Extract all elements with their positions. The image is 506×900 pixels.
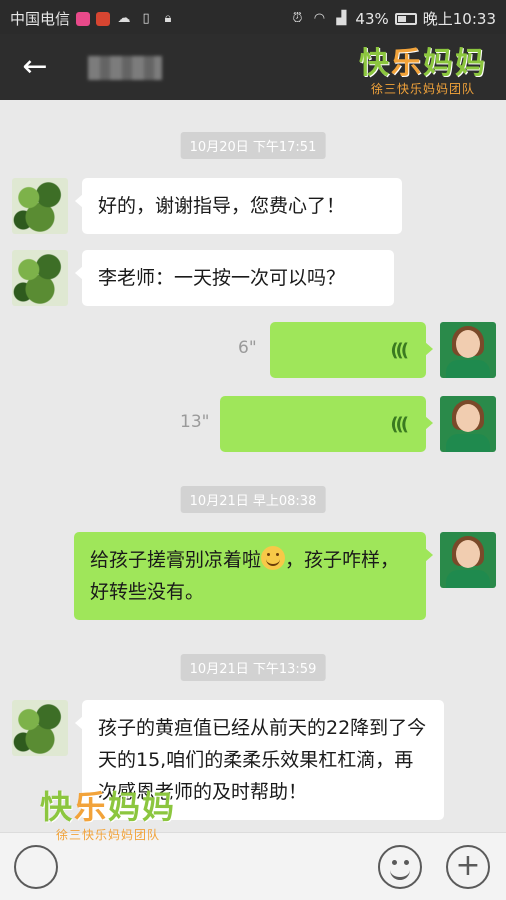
watermark-title: 快乐妈妈 — [39, 788, 177, 826]
sim-icon: ▯ — [142, 10, 150, 26]
timestamp: 10月21日 下午13:59 — [180, 654, 326, 681]
watermark-subtitle: 徐三快乐妈妈团队 — [370, 82, 475, 96]
plus-icon[interactable]: + — [446, 845, 490, 889]
voice-wave-icon: ((( — [390, 340, 409, 361]
battery-icon — [394, 12, 417, 25]
app-notification-icon — [76, 11, 91, 26]
watermark-logo: 快乐妈妈 徐三快乐妈妈团队 — [28, 782, 188, 843]
timestamp: 10月21日 早上08:38 — [180, 486, 326, 513]
voice-message-bubble[interactable]: ((( — [270, 322, 433, 378]
battery-fill — [397, 15, 406, 22]
watermark-logo: 快乐妈妈 徐三快乐妈妈团队 — [348, 38, 498, 108]
avatar[interactable] — [12, 250, 68, 306]
message-bubble-sent[interactable]: 给孩子搓膏别凉着啦 ，孩子咋样，好转些没有。 — [74, 532, 433, 620]
carrier-label: 中国电信 — [10, 10, 71, 28]
avatar[interactable] — [440, 396, 496, 452]
avatar[interactable] — [440, 532, 496, 588]
contact-name-blurred — [88, 56, 162, 80]
message-bubble-received[interactable]: 李老师：一天按一次可以吗？ — [75, 250, 394, 306]
status-bar: 中国电信 ☁ ▯ 🔒︎ ⏰︎ ◠ ▟ 43% 晚上10:33 — [0, 0, 506, 34]
smiley-icon[interactable] — [378, 845, 422, 889]
voice-duration: 13" — [180, 412, 210, 432]
voice-toggle-icon[interactable] — [14, 845, 58, 889]
app-notification-icon — [96, 11, 111, 26]
avatar[interactable] — [12, 700, 68, 756]
voice-wave-icon: ((( — [390, 414, 409, 435]
avatar[interactable] — [440, 322, 496, 378]
voice-duration: 6" — [238, 338, 257, 358]
signal-icon: ▟ — [336, 10, 347, 26]
battery-percent: 43% — [355, 9, 389, 28]
message-bubble-received[interactable]: 好的，谢谢指导，您费心了！ — [75, 178, 402, 234]
alarm-icon: ⏰︎ — [292, 10, 303, 26]
voice-message-bubble[interactable]: ((( — [220, 396, 433, 452]
watermark-subtitle: 徐三快乐妈妈团队 — [55, 828, 160, 842]
lock-icon: 🔒︎ — [164, 10, 172, 26]
watermark-title: 快乐妈妈 — [359, 46, 487, 81]
message-text: 给孩子搓膏别凉着啦 — [90, 549, 262, 571]
grin-emoji-icon — [261, 546, 286, 570]
clock: 晚上10:33 — [422, 10, 496, 28]
wifi-icon: ◠ — [313, 10, 326, 26]
arrow-left-icon[interactable]: ← — [18, 50, 52, 84]
avatar[interactable] — [12, 178, 68, 234]
timestamp: 10月20日 下午17:51 — [180, 132, 326, 159]
cloud-icon: ☁ — [117, 10, 131, 26]
